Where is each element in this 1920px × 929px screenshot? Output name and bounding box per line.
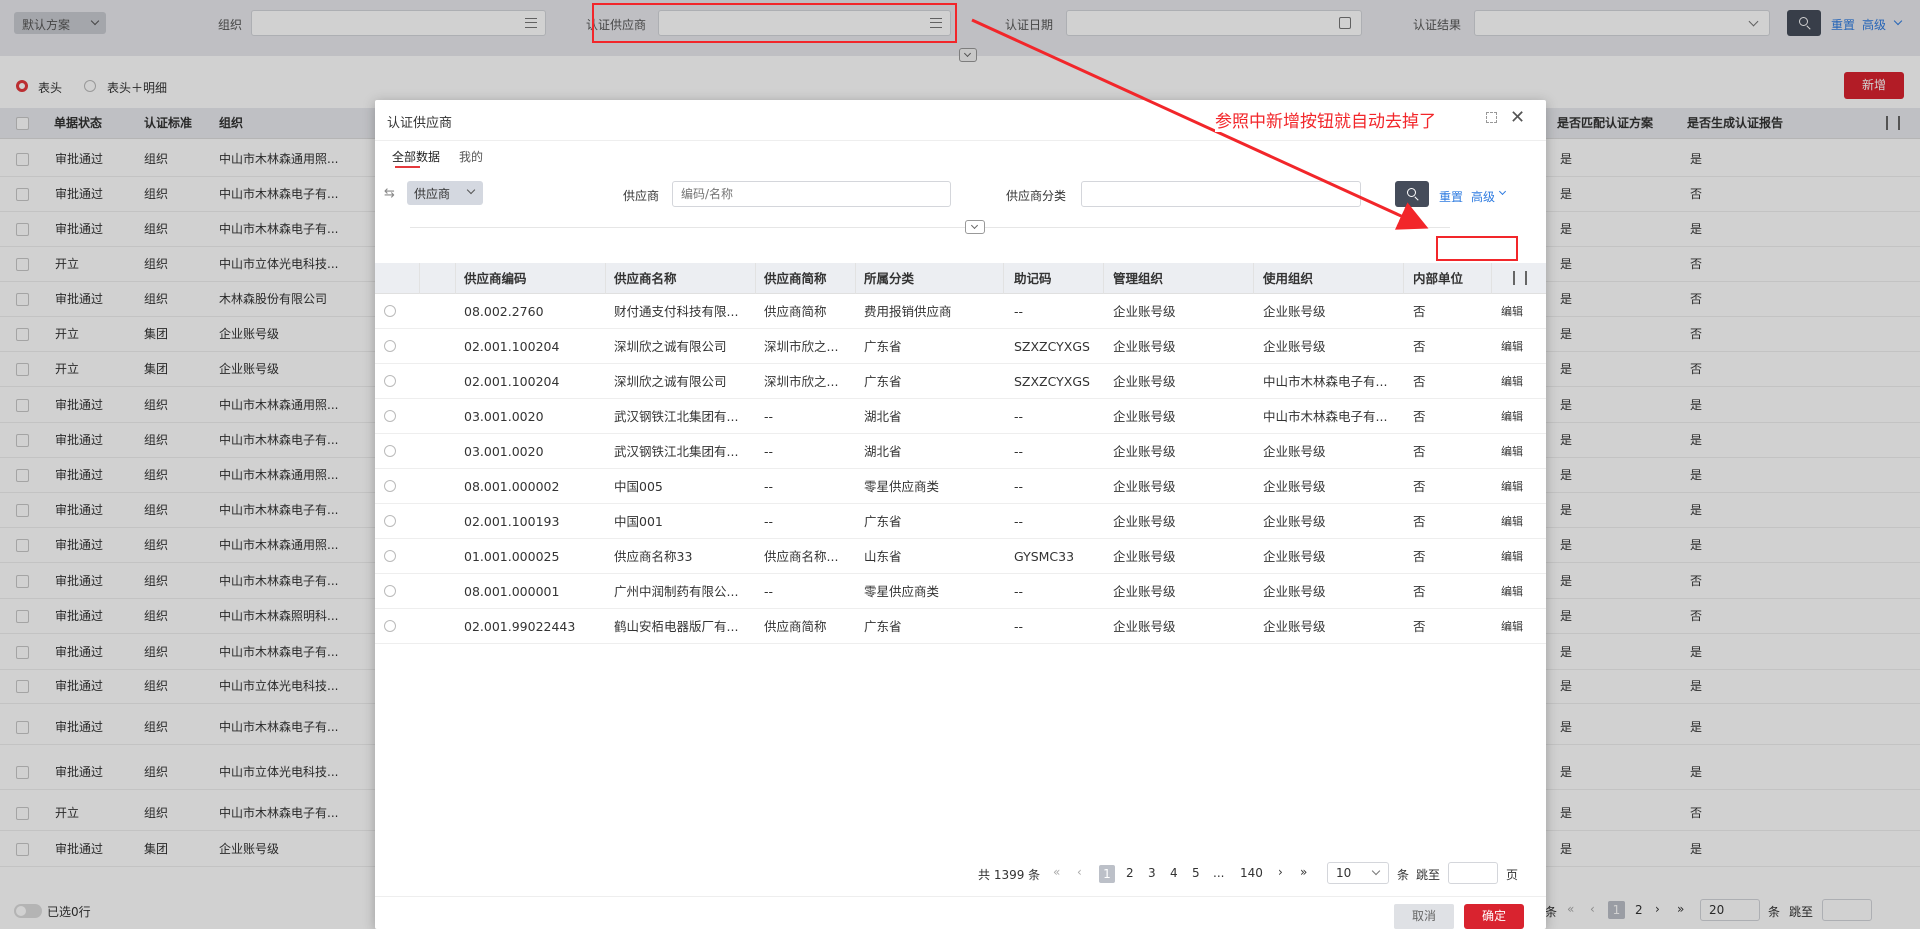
- annotation-arrow: [971, 18, 1429, 230]
- annotation-text: 参照中新增按钮就自动去掉了: [1215, 107, 1436, 132]
